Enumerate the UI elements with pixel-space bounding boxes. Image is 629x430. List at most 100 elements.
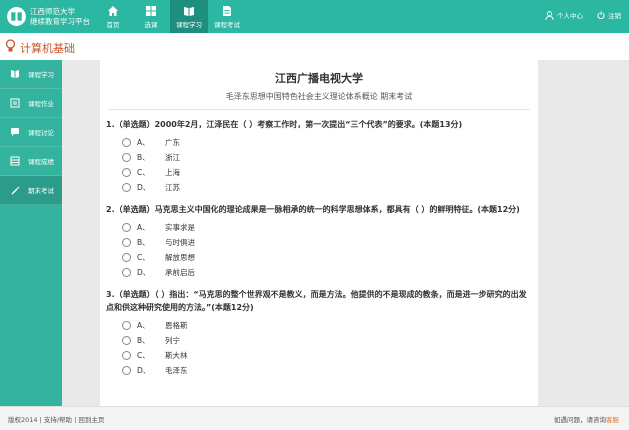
question-2: 2.（单选题）马克思主义中国化的理论成果是一脉相承的统一的科学思想体系，都具有（… [106,205,520,214]
radio-button[interactable] [122,321,131,330]
option-2b[interactable]: B、 与时俱进 [122,235,538,250]
option-letter: C、 [137,253,150,262]
sidebar: 课程学习 课程作业 课程讨论 课程成绩 期末考试 [0,60,62,406]
radio-button[interactable] [122,268,131,277]
nav-course-study[interactable]: 课程学习 [170,0,208,33]
option-3a[interactable]: A、 恩格斯 [122,318,538,333]
sidebar-item-label: 课程作业 [28,100,54,108]
personal-center-link[interactable]: 个人中心 [545,10,583,20]
option-letter: D、 [137,366,151,375]
logo-line-1: 江西师范大学 [30,7,75,16]
user-icon [545,10,554,20]
option-text: 解放思想 [165,253,195,262]
course-title: 计算机基础 [20,42,75,55]
nav-select-course-label: 选课 [144,20,158,29]
sidebar-item-label: 课程学习 [28,71,54,79]
option-3b[interactable]: B、 列宁 [122,333,538,348]
question-1-options: A、 广东 B、 浙江 C、 上海 D、 江苏 [122,135,538,195]
sidebar-item-homework[interactable]: 课程作业 [0,89,62,118]
radio-button[interactable] [122,183,131,192]
bulb-icon [5,39,16,52]
nav-course-exam-label: 课程考试 [214,20,240,29]
book-icon [11,70,19,78]
school-name: 江西广播电视大学 [275,72,363,85]
option-2a[interactable]: A、 实事求是 [122,220,538,235]
radio-button[interactable] [122,366,131,375]
option-letter: D、 [137,268,151,277]
question-1: 1.（单选题）2000年2月，江泽民在（ ）考察工作时，第一次提出“三个代表”的… [106,120,463,129]
nav-course-study-label: 课程学习 [176,20,202,29]
footer: 版权2014 | 支持/帮助 | 回到主页 如遇问题，请咨询客服 [0,406,629,430]
radio-button[interactable] [122,168,131,177]
question-3-options: A、 恩格斯 B、 列宁 C、 斯大林 D、 毛泽东 [122,318,538,378]
power-icon [597,11,605,19]
option-3c[interactable]: C、 斯大林 [122,348,538,363]
option-letter: A、 [137,223,150,232]
nav-course-exam[interactable]: 课程考试 [208,0,246,33]
option-text: 浙江 [165,153,180,162]
grid-icon [146,5,156,16]
radio-button[interactable] [122,138,131,147]
option-letter: A、 [137,138,150,147]
list-icon [10,98,20,108]
option-letter: C、 [137,168,150,177]
table-icon [10,156,20,166]
option-letter: B、 [137,238,150,247]
logout-label: 注销 [608,12,621,20]
sidebar-item-discussion[interactable]: 课程讨论 [0,118,62,147]
radio-button[interactable] [122,253,131,262]
chat-icon [11,128,19,136]
option-letter: A、 [137,321,150,330]
option-text: 广东 [165,138,180,147]
customer-service-link[interactable]: 客服 [606,416,619,424]
option-1b[interactable]: B、 浙江 [122,150,538,165]
top-bar: 江西师范大学 继续教育学习平台 首页 选课 课程学习 课程考试 个人中心 注销 [0,0,629,33]
logout-link[interactable]: 注销 [597,10,621,20]
option-3d[interactable]: D、 毛泽东 [122,363,538,378]
option-1c[interactable]: C、 上海 [122,165,538,180]
exam-paper: 江西广播电视大学 毛泽东思想中国特色社会主义理论体系概论 期末考试 1.（单选题… [100,60,538,406]
option-text: 列宁 [165,336,180,345]
option-letter: B、 [137,153,150,162]
main-nav: 首页 选课 课程学习 课程考试 [94,0,246,33]
option-1a[interactable]: A、 广东 [122,135,538,150]
radio-button[interactable] [122,336,131,345]
option-text: 实事求是 [165,223,195,232]
book-icon [184,6,194,16]
sidebar-item-label: 课程成绩 [28,158,54,166]
radio-button[interactable] [122,238,131,247]
option-text: 毛泽东 [165,366,188,375]
nav-home[interactable]: 首页 [94,0,132,33]
option-text: 上海 [165,168,180,177]
option-2d[interactable]: D、 承前启后 [122,265,538,280]
sidebar-item-label: 期末考试 [28,187,54,195]
sidebar-item-label: 课程讨论 [28,129,54,137]
nav-home-label: 首页 [106,20,120,29]
radio-button[interactable] [122,351,131,360]
option-text: 斯大林 [165,351,188,360]
logo-line-2: 继续教育学习平台 [30,17,90,26]
footer-links[interactable]: 版权2014 | 支持/帮助 | 回到主页 [8,414,104,424]
nav-select-course[interactable]: 选课 [132,0,170,33]
option-letter: B、 [137,336,150,345]
option-text: 恩格斯 [165,321,188,330]
option-text: 江苏 [165,183,180,192]
radio-button[interactable] [122,153,131,162]
sidebar-item-grades[interactable]: 课程成绩 [0,147,62,176]
footer-help: 如遇问题，请咨询客服 [554,414,619,424]
document-icon [223,5,231,16]
option-text: 与时俱进 [165,238,195,247]
sidebar-item-course-study[interactable]: 课程学习 [0,60,62,89]
option-2c[interactable]: C、 解放思想 [122,250,538,265]
footer-help-text: 如遇问题，请咨询 [554,416,606,424]
user-area: 个人中心 注销 [545,10,621,20]
pen-icon [11,186,20,195]
option-letter: C、 [137,351,150,360]
sidebar-item-final-exam[interactable]: 期末考试 [0,176,62,205]
platform-name: 江西师范大学 继续教育学习平台 [30,7,90,27]
option-1d[interactable]: D、 江苏 [122,180,538,195]
university-logo-icon [7,7,26,26]
question-2-options: A、 实事求是 B、 与时俱进 C、 解放思想 D、 承前启后 [122,220,538,280]
exam-subtitle: 毛泽东思想中国特色社会主义理论体系概论 期末考试 [108,91,530,110]
radio-button[interactable] [122,223,131,232]
